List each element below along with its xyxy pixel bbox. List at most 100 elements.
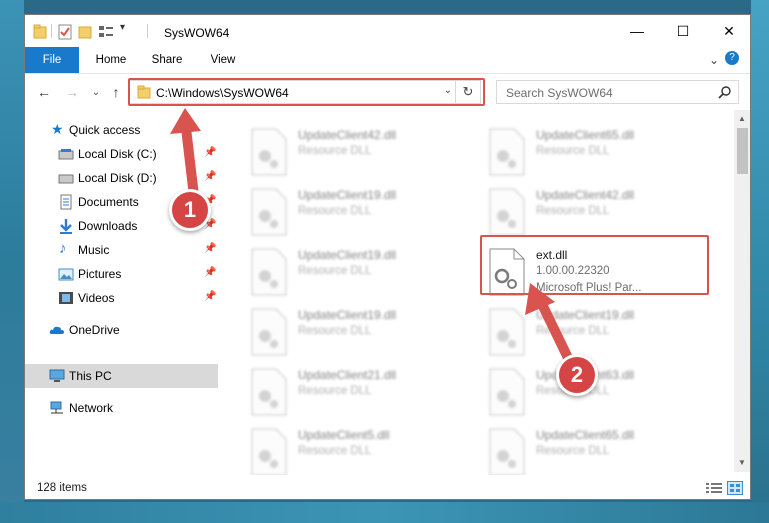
details-view-icon[interactable]: [706, 482, 722, 494]
customize-toolbar-icon[interactable]: ▾: [120, 22, 125, 33]
search-input[interactable]: Search SysWOW64: [506, 86, 613, 100]
sidebar-item-label: Downloads: [78, 219, 138, 233]
up-button[interactable]: ↑: [107, 83, 125, 101]
close-button[interactable]: ✕: [706, 15, 750, 47]
dll-file-icon: [489, 188, 525, 236]
maximize-button[interactable]: ☐: [660, 15, 706, 47]
file-item[interactable]: UpdateClient19.dll Resource DLL: [248, 306, 478, 362]
sidebar-item-label: Music: [78, 243, 110, 257]
pin-icon: 📌: [204, 243, 217, 254]
navigation-pane: ★ Quick access Local Disk (C:) 📌 Local D…: [25, 110, 218, 472]
minimize-button[interactable]: —: [614, 15, 660, 47]
file-type: Resource DLL: [298, 145, 372, 157]
sidebar-item-label: Local Disk (D:): [78, 171, 157, 185]
file-name: UpdateClient42.dll: [536, 188, 635, 202]
title-separator: [51, 24, 52, 38]
file-item[interactable]: UpdateClient19.dll Resource DLL: [248, 246, 478, 302]
sidebar-item-label: OneDrive: [69, 323, 120, 337]
file-type: Resource DLL: [298, 385, 372, 397]
sidebar-item-this-pc[interactable]: This PC: [25, 364, 218, 388]
file-type: Resource DLL: [536, 445, 610, 457]
file-item[interactable]: UpdateClient21.dll Resource DLL: [248, 366, 478, 422]
dll-file-icon: [251, 128, 287, 176]
file-highlight: [480, 235, 709, 295]
videos-icon: [59, 292, 73, 304]
file-item[interactable]: UpdateClient19.dll Resource DLL: [486, 306, 716, 362]
tab-view[interactable]: View: [199, 47, 247, 73]
help-icon[interactable]: ?: [725, 51, 739, 65]
scrollbar-thumb[interactable]: [737, 128, 748, 174]
recent-locations-button[interactable]: ⌄: [87, 83, 105, 101]
star-icon: ★: [51, 121, 64, 137]
file-type: Resource DLL: [536, 145, 610, 157]
sidebar-item-local-disk-d[interactable]: Local Disk (D:) 📌: [25, 166, 218, 190]
sidebar-item-music[interactable]: ♪ Music 📌: [25, 238, 218, 262]
file-name: UpdateClient19.dll: [298, 188, 397, 202]
step-badge-1: 1: [169, 189, 211, 231]
folder-icon: [33, 24, 47, 39]
sidebar-item-onedrive[interactable]: OneDrive: [25, 318, 218, 342]
file-name: UpdateClient65.dll: [536, 128, 635, 142]
dll-file-icon: [489, 368, 525, 416]
expand-ribbon-icon[interactable]: ⌄: [709, 53, 719, 67]
file-item[interactable]: UpdateClient65.dll Resource DLL: [486, 426, 716, 482]
view-options-icon[interactable]: [98, 24, 114, 40]
drive-icon: [58, 149, 74, 160]
file-name: UpdateClient19.dll: [298, 248, 397, 262]
file-item[interactable]: UpdateClient19.dll Resource DLL: [248, 186, 478, 242]
status-bar: 128 items: [25, 475, 750, 499]
file-item[interactable]: UpdateClient42.dll Resource DLL: [248, 126, 478, 182]
back-button[interactable]: ←: [35, 83, 53, 101]
file-name: UpdateClient5.dll: [298, 428, 390, 442]
computer-icon: [49, 369, 65, 382]
tab-file[interactable]: File: [25, 47, 79, 73]
dll-file-icon: [251, 368, 287, 416]
download-icon: [60, 219, 72, 234]
scroll-up-icon[interactable]: ▲: [738, 114, 746, 123]
dll-file-icon: [489, 308, 525, 356]
dll-file-icon: [251, 308, 287, 356]
tiles-view-icon[interactable]: [727, 481, 743, 495]
pin-icon: 📌: [204, 291, 217, 302]
sidebar-item-network[interactable]: Network: [25, 396, 218, 420]
sidebar-item-videos[interactable]: Videos 📌: [25, 286, 218, 310]
dll-file-icon: [251, 188, 287, 236]
file-type: Resource DLL: [536, 325, 610, 337]
file-type: Resource DLL: [298, 205, 372, 217]
file-type: Resource DLL: [298, 265, 372, 277]
sidebar-item-label: Network: [69, 401, 114, 415]
ribbon: File Home Share View ⌄ ?: [25, 47, 750, 74]
desktop-background-right: [751, 0, 769, 523]
file-name: UpdateClient21.dll: [298, 368, 397, 382]
sidebar-item-pictures[interactable]: Pictures 📌: [25, 262, 218, 286]
music-icon: ♪: [59, 240, 67, 257]
title-separator-2: [147, 24, 148, 38]
tab-home[interactable]: Home: [87, 47, 135, 73]
search-icon: [718, 86, 731, 99]
file-name: UpdateClient42.dll: [298, 128, 397, 142]
forward-button[interactable]: →: [63, 83, 81, 101]
sidebar-item-label: Videos: [78, 291, 115, 305]
pin-icon: 📌: [204, 267, 217, 278]
tab-share[interactable]: Share: [143, 47, 191, 73]
file-item[interactable]: UpdateClient42.dll Resource DLL: [486, 186, 716, 242]
scroll-down-icon[interactable]: ▼: [738, 458, 746, 467]
pictures-icon: [58, 268, 74, 281]
sidebar-item-label: Pictures: [78, 267, 122, 281]
new-folder-icon[interactable]: [78, 24, 92, 40]
title-bar: ▾ SysWOW64 — ☐ ✕: [25, 15, 750, 47]
network-icon: [50, 401, 63, 414]
search-box[interactable]: Search SysWOW64: [496, 80, 739, 104]
file-item[interactable]: UpdateClient63.dll Resource DLL: [486, 366, 716, 422]
file-item[interactable]: UpdateClient65.dll Resource DLL: [486, 126, 716, 182]
item-count: 128 items: [37, 482, 87, 494]
file-name: UpdateClient19.dll: [536, 308, 635, 322]
vertical-scrollbar[interactable]: ▲ ▼: [734, 110, 750, 472]
file-item[interactable]: UpdateClient5.dll Resource DLL: [248, 426, 478, 482]
properties-icon[interactable]: [58, 24, 72, 40]
sidebar-item-label: Quick access: [69, 123, 141, 137]
sidebar-item-label: This PC: [69, 369, 112, 383]
sidebar-item-local-disk-c[interactable]: Local Disk (C:) 📌: [25, 142, 218, 166]
sidebar-item-quick-access[interactable]: ★ Quick access: [25, 118, 218, 142]
address-bar-highlight: [128, 78, 485, 106]
